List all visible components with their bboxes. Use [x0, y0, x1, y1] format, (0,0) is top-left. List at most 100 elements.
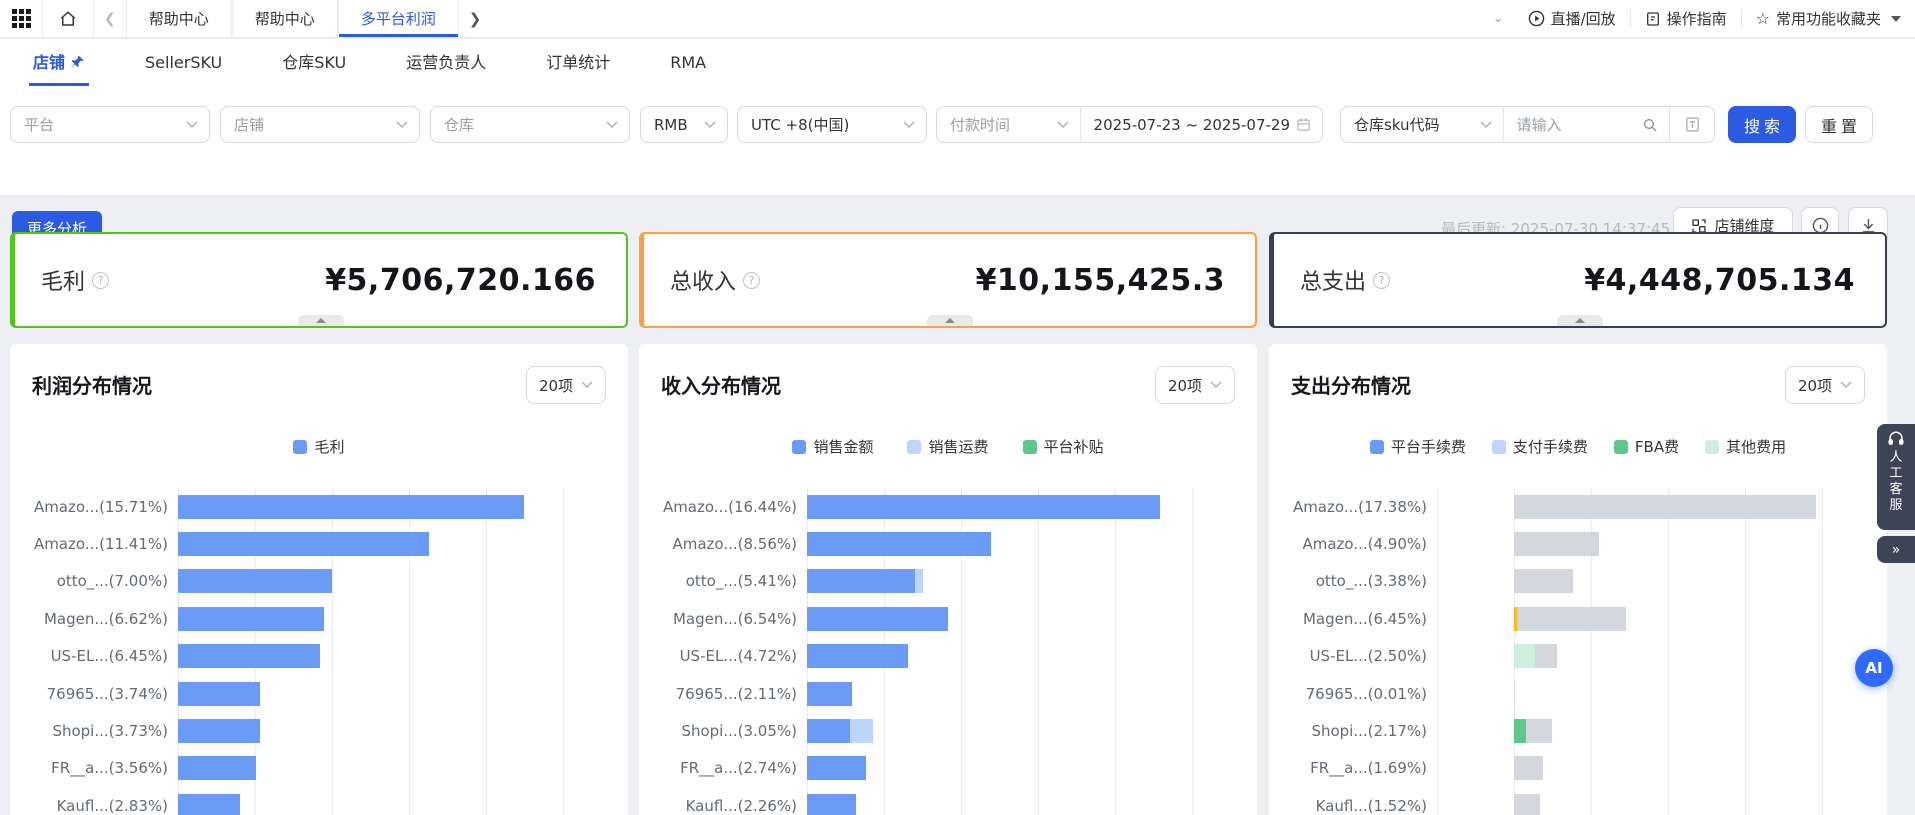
bar-segment [1514, 532, 1599, 556]
calendar-icon[interactable] [1296, 117, 1311, 132]
legend-item[interactable]: 支付手续费 [1492, 436, 1588, 457]
module-tab-bar: 店铺 SellerSKU 仓库SKU 运营负责人 订单统计 RMA [0, 39, 1915, 86]
legend-item[interactable]: FBA费 [1614, 436, 1679, 457]
shop-select[interactable]: 店铺 [220, 106, 420, 143]
subtab-shop[interactable]: 店铺 [33, 39, 85, 86]
bar-row: Shopi...(2.17%) [1269, 712, 1887, 749]
bar[interactable] [807, 756, 866, 780]
bar[interactable] [178, 607, 324, 631]
tab-scroll-forward-icon[interactable]: ❯ [459, 0, 492, 37]
batch-input-button[interactable] [1670, 116, 1714, 133]
tab-help-center-1[interactable]: 帮助中心 [126, 0, 232, 37]
tab-help-center-2[interactable]: 帮助中心 [232, 0, 338, 37]
customer-service-button[interactable]: 人工客服 [1877, 424, 1915, 530]
card-collapse-handle[interactable] [1557, 315, 1603, 326]
card-value: ¥5,706,720.166 [325, 263, 596, 298]
bar[interactable] [1514, 756, 1543, 780]
bar[interactable] [178, 719, 260, 743]
bar[interactable] [807, 607, 948, 631]
legend-item[interactable]: 销售金额 [792, 436, 873, 457]
sku-type-select[interactable]: 仓库sku代码 [1341, 114, 1474, 135]
bar[interactable] [807, 794, 856, 815]
bar[interactable] [807, 682, 852, 706]
bar[interactable] [807, 495, 1160, 519]
bar[interactable] [178, 794, 240, 815]
warehouse-select[interactable]: 仓库 [430, 106, 630, 143]
bar[interactable] [178, 569, 332, 593]
tab-multi-platform-profit[interactable]: 多平台利润 [338, 0, 459, 37]
legend-item[interactable]: 毛利 [293, 436, 344, 457]
time-type-select[interactable]: 付款时间 [937, 114, 1051, 135]
home-tab[interactable] [42, 0, 94, 37]
live-replay-button[interactable]: 直播/回放 [1514, 7, 1630, 31]
subtab-rma[interactable]: RMA [670, 39, 706, 86]
favorites-button[interactable]: ☆ 常用功能收藏夹 [1742, 7, 1915, 31]
bar-row: Amazo...(17.38%) [1269, 488, 1887, 525]
bar[interactable] [807, 719, 873, 743]
legend-item[interactable]: 平台手续费 [1370, 436, 1466, 457]
subtab-operation-manager[interactable]: 运营负责人 [406, 39, 486, 86]
bar[interactable] [1514, 569, 1573, 593]
currency-select[interactable]: RMB [640, 106, 728, 143]
keyword-input[interactable]: 请输入 [1504, 114, 1637, 135]
bar[interactable] [178, 644, 320, 668]
card-collapse-handle[interactable] [298, 315, 344, 326]
subtab-label: 店铺 [33, 39, 65, 86]
timezone-select[interactable]: UTC +8(中国) [737, 106, 927, 143]
date-range-input[interactable]: 2025-07-23 ~ 2025-07-29 [1081, 116, 1290, 134]
card-collapse-handle[interactable] [927, 315, 973, 326]
bar[interactable] [178, 532, 429, 556]
chevron-down-icon [1840, 381, 1852, 389]
legend-swatch [1370, 440, 1384, 454]
legend-item[interactable]: 平台补贴 [1023, 436, 1104, 457]
bar[interactable] [807, 644, 908, 668]
bar[interactable] [178, 495, 524, 519]
bar[interactable] [1514, 495, 1816, 519]
card-title: 总收入 [670, 264, 736, 296]
collapse-sidebar-button[interactable]: » [1877, 536, 1915, 563]
bar[interactable] [1514, 719, 1552, 743]
sku-filter-group: 仓库sku代码 请输入 [1340, 106, 1715, 143]
bar[interactable] [1514, 607, 1626, 631]
legend-item[interactable]: 销售运费 [907, 436, 988, 457]
apps-grid-icon[interactable] [12, 9, 32, 29]
subtab-sellersku[interactable]: SellerSKU [145, 39, 222, 86]
bar[interactable] [807, 569, 923, 593]
item-count-select[interactable]: 20项 [1785, 366, 1865, 404]
reset-button[interactable]: 重置 [1805, 106, 1873, 143]
pin-icon[interactable] [70, 55, 85, 70]
subtab-warehouse-sku[interactable]: 仓库SKU [282, 39, 346, 86]
bar-category-label: US-EL...(2.50%) [1269, 647, 1427, 665]
legend-label: 销售金额 [813, 436, 873, 457]
help-circle-icon[interactable]: ? [1373, 272, 1390, 289]
bar[interactable] [178, 756, 256, 780]
help-circle-icon[interactable]: ? [743, 272, 760, 289]
tab-label: 帮助中心 [149, 8, 209, 29]
operation-guide-button[interactable]: 操作指南 [1631, 7, 1741, 31]
bar-category-label: Amazo...(17.38%) [1269, 498, 1427, 516]
bar[interactable] [1514, 682, 1515, 706]
bar-row: FR__a...(1.69%) [1269, 750, 1887, 787]
subtab-order-stats[interactable]: 订单统计 [546, 39, 610, 86]
help-circle-icon[interactable]: ? [92, 272, 109, 289]
bar[interactable] [1514, 794, 1540, 815]
legend-item[interactable]: 其他费用 [1705, 436, 1786, 457]
bar[interactable] [807, 532, 991, 556]
operation-guide-label: 操作指南 [1667, 8, 1727, 29]
legend-label: 销售运费 [928, 436, 988, 457]
bar[interactable] [1514, 644, 1557, 668]
item-count-select[interactable]: 20项 [526, 366, 606, 404]
bar-category-label: Amazo...(8.56%) [639, 535, 797, 553]
bar[interactable] [178, 682, 260, 706]
platform-select[interactable]: 平台 [10, 106, 210, 143]
bar[interactable] [1514, 532, 1599, 556]
search-icon[interactable] [1642, 117, 1658, 133]
bar-segment [1514, 644, 1535, 668]
ai-assistant-button[interactable]: AI [1855, 649, 1893, 687]
tab-scroll-back-icon[interactable]: ❮ [94, 0, 126, 37]
bar-category-label: Shopi...(3.73%) [10, 722, 168, 740]
item-count-select[interactable]: 20项 [1155, 366, 1235, 404]
legend-swatch [1705, 440, 1719, 454]
search-button[interactable]: 搜索 [1728, 106, 1796, 143]
chevron-down-icon[interactable]: ⌄ [1483, 11, 1514, 26]
